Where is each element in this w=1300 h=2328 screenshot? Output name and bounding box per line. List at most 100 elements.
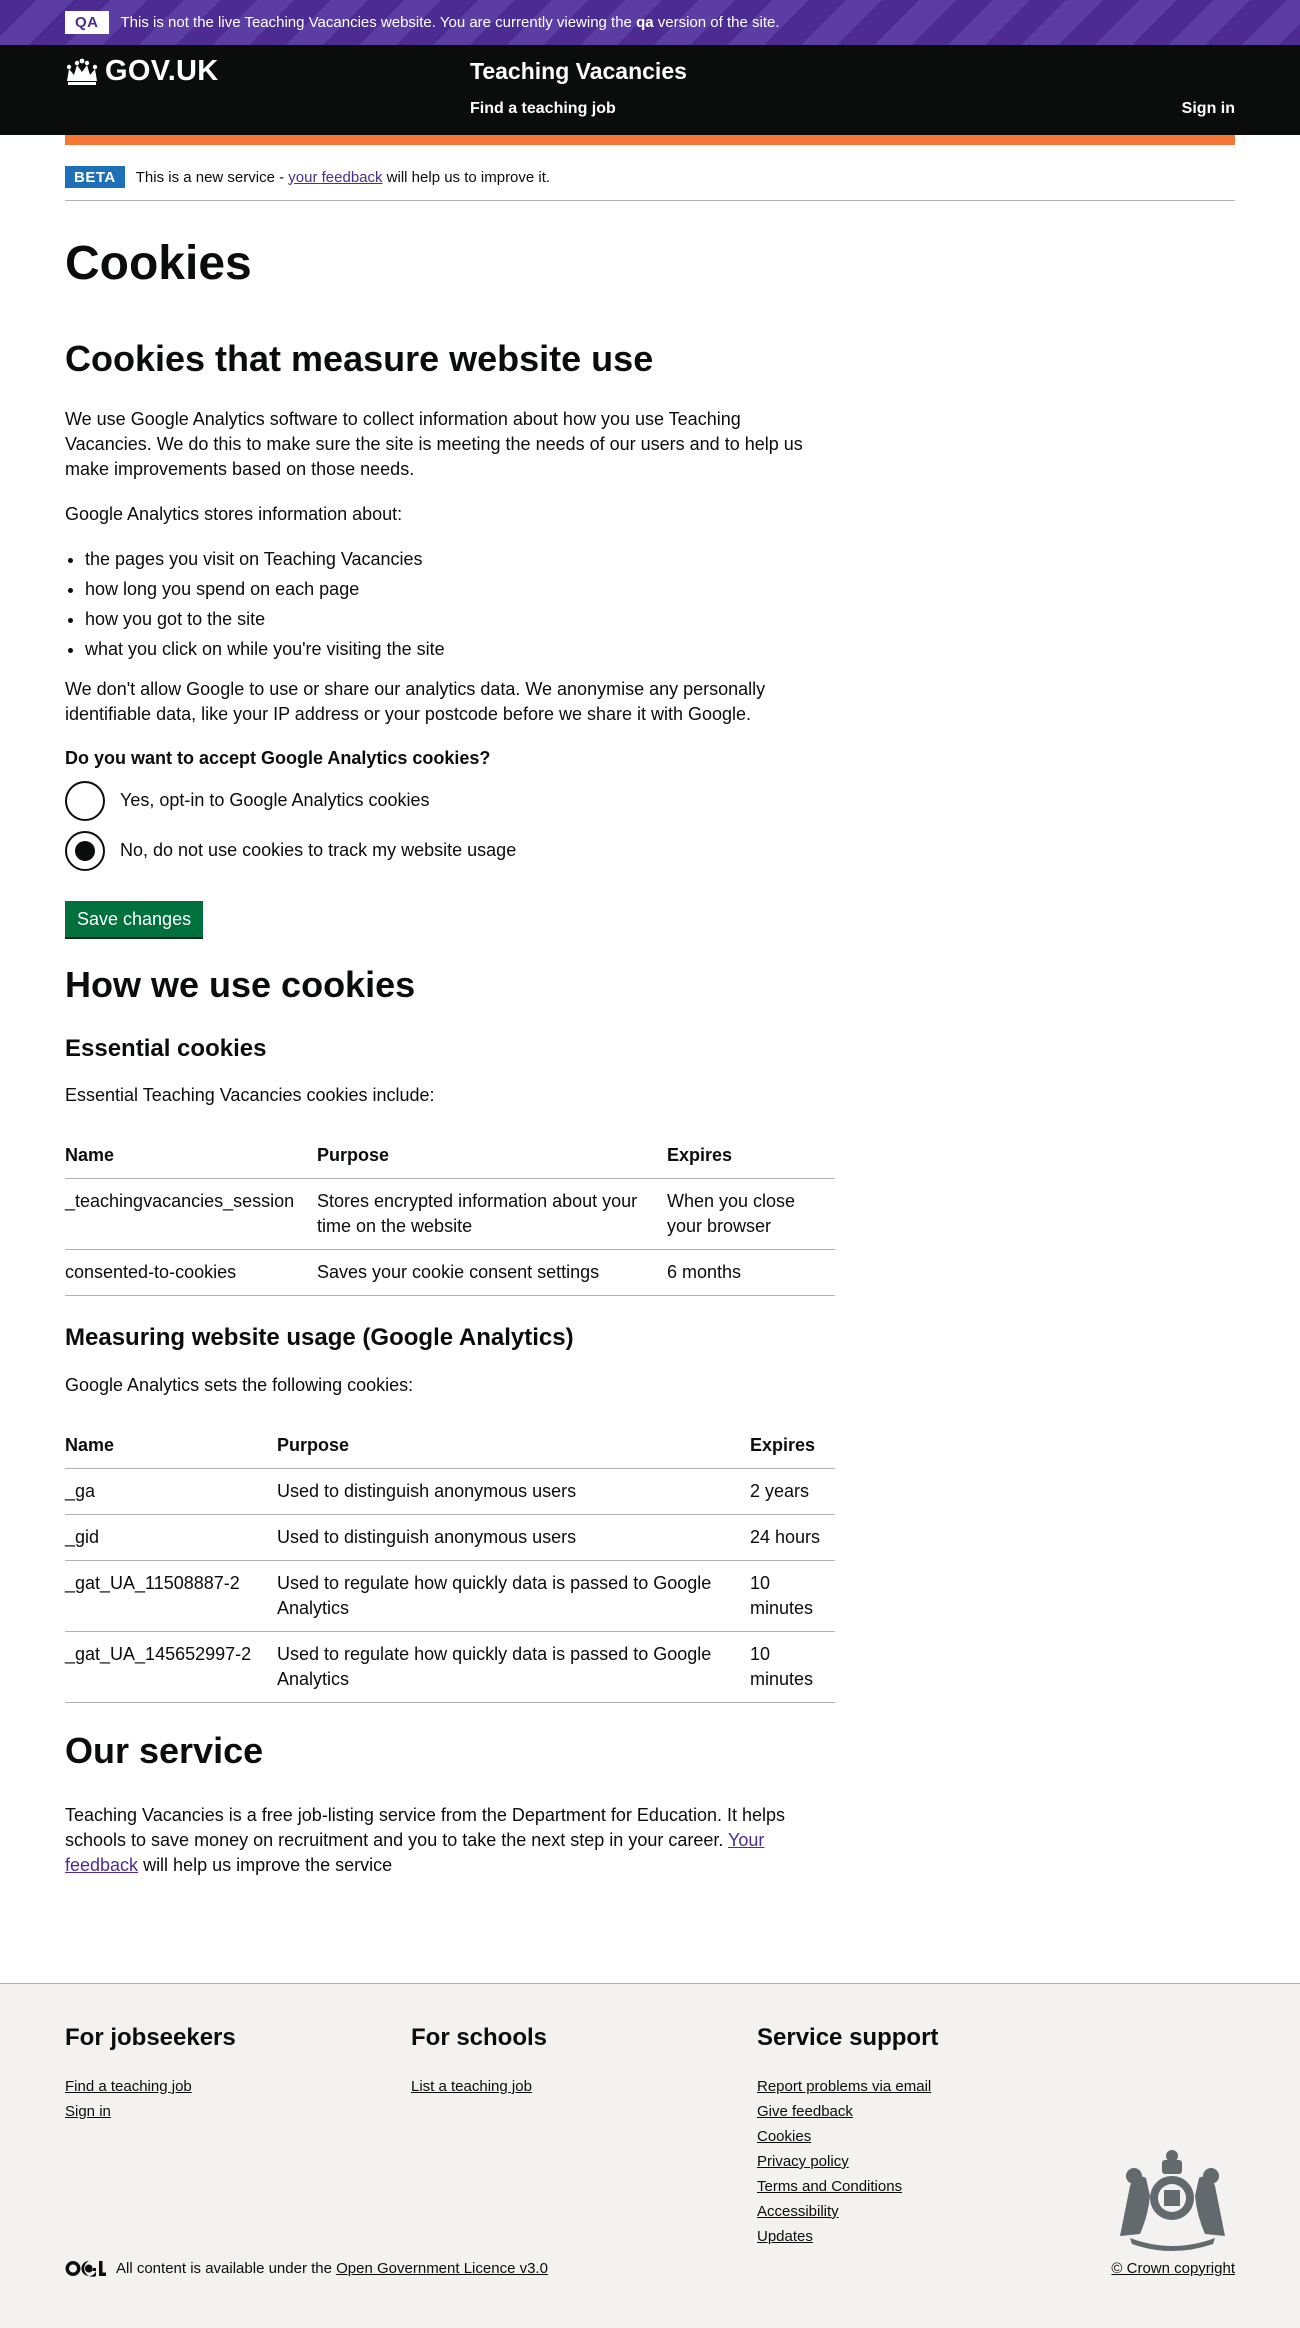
ga-heading: Measuring website usage (Google Analytic… (65, 1324, 574, 1352)
footer-link-give-feedback[interactable]: Give feedback (757, 2103, 853, 2120)
radio-option-yes[interactable]: Yes, opt-in to Google Analytics cookies (65, 780, 835, 821)
main-content: Cookies Cookies that measure website use… (0, 237, 900, 1878)
table-row: _gat_UA_145652997-2 Used to regulate how… (65, 1631, 835, 1704)
royal-crest-icon (1120, 2149, 1225, 2251)
cookie-purpose: Used to distinguish anonymous users (277, 1468, 750, 1516)
list-item: how you got to the site (85, 607, 835, 632)
table-row: _gat_UA_11508887-2 Used to regulate how … (65, 1560, 835, 1633)
licence-text: All content is available under the Open … (116, 2259, 548, 2277)
cookie-expires: 2 years (750, 1468, 835, 1516)
footer-link-list-job[interactable]: List a teaching job (411, 2078, 532, 2095)
column-header: Name (65, 1423, 277, 1470)
footer-heading: For jobseekers (65, 2023, 236, 2051)
radio-label: Yes, opt-in to Google Analytics cookies (120, 790, 430, 811)
footer-meta: All content is available under the Open … (65, 2260, 1235, 2277)
cookie-expires: 6 months (667, 1249, 835, 1297)
footer-link-terms[interactable]: Terms and Conditions (757, 2178, 902, 2195)
cookie-expires: 10 minutes (750, 1631, 835, 1704)
phase-text: This is a new service - your feedback wi… (135, 168, 551, 186)
nav-find-teaching-job[interactable]: Find a teaching job (470, 100, 616, 118)
cookie-purpose: Used to regulate how quickly data is pas… (277, 1631, 750, 1704)
beta-tag: BETA (65, 166, 125, 188)
cookie-purpose: Saves your cookie consent settings (317, 1249, 667, 1297)
table-row: _teachingvacancies_session Stores encryp… (65, 1178, 835, 1251)
table-header-row: Name Purpose Expires (65, 1133, 835, 1180)
footer-link-report-problems[interactable]: Report problems via email (757, 2078, 931, 2095)
service-name-link[interactable]: Teaching Vacancies (470, 58, 687, 85)
cookie-name: _gid (65, 1514, 277, 1562)
cookie-name: _teachingvacancies_session (65, 1178, 317, 1251)
service-heading: Our service (65, 1730, 264, 1772)
cookie-expires: 24 hours (750, 1514, 835, 1562)
footer-link-cookies[interactable]: Cookies (757, 2128, 811, 2145)
column-header: Expires (750, 1423, 835, 1470)
stores-list: the pages you visit on Teaching Vacancie… (65, 547, 835, 662)
footer-heading: For schools (411, 2023, 548, 2051)
ga-intro: Google Analytics sets the following cook… (65, 1375, 414, 1396)
licence-info: All content is available under the Open … (65, 2260, 548, 2277)
environment-text: This is not the live Teaching Vacancies … (120, 14, 780, 31)
list-item: what you click on while you're visiting … (85, 637, 835, 662)
essential-intro: Essential Teaching Vacancies cookies inc… (65, 1085, 435, 1106)
stores-intro: Google Analytics stores information abou… (65, 503, 403, 524)
how-heading: How we use cookies (65, 963, 416, 1005)
cookie-name: _gat_UA_145652997-2 (65, 1631, 277, 1704)
footer-support: Service support Report problems via emai… (757, 2024, 1103, 2252)
cookie-name: _gat_UA_11508887-2 (65, 1560, 277, 1633)
radio-yes[interactable] (65, 780, 105, 821)
crown-icon (66, 58, 98, 85)
radio-selected-dot (75, 840, 95, 861)
cookie-purpose: Stores encrypted information about your … (317, 1178, 667, 1251)
column-header: Expires (667, 1133, 835, 1180)
radio-option-no[interactable]: No, do not use cookies to track my websi… (65, 830, 835, 871)
environment-tag: QA (65, 11, 109, 34)
footer-link-find-job[interactable]: Find a teaching job (65, 2078, 192, 2095)
list-item: the pages you visit on Teaching Vacancie… (85, 547, 835, 572)
column-header: Purpose (277, 1423, 750, 1470)
cookie-name: consented-to-cookies (65, 1249, 317, 1297)
essential-heading: Essential cookies (65, 1034, 267, 1062)
footer-link-sign-in[interactable]: Sign in (65, 2103, 111, 2120)
footer-jobseekers: For jobseekers Find a teaching job Sign … (65, 2024, 411, 2252)
feedback-link[interactable]: your feedback (288, 169, 382, 186)
site-footer: For jobseekers Find a teaching job Sign … (0, 1982, 1300, 2328)
nav-sign-in[interactable]: Sign in (1182, 100, 1235, 118)
govuk-logo-link[interactable]: GOV.UK (65, 55, 219, 88)
footer-schools: For schools List a teaching job (411, 2024, 757, 2252)
column-header: Name (65, 1133, 317, 1180)
site-header: GOV.UK Teaching Vacancies Find a teachin… (0, 45, 1300, 145)
footer-link-privacy[interactable]: Privacy policy (757, 2153, 849, 2170)
footer-link-accessibility[interactable]: Accessibility (757, 2203, 839, 2220)
footer-columns: For jobseekers Find a teaching job Sign … (65, 2024, 1235, 2252)
cookie-expires: When you close your browser (667, 1178, 835, 1251)
environment-banner: QA This is not the live Teaching Vacanci… (0, 0, 1300, 45)
service-text: Teaching Vacancies is a free job-listing… (65, 1804, 786, 1875)
column-header: Purpose (317, 1133, 667, 1180)
page-title: Cookies (65, 237, 252, 290)
table-row: _gid Used to distinguish anonymous users… (65, 1514, 835, 1562)
footer-heading: Service support (757, 2023, 939, 2051)
cookie-purpose: Used to distinguish anonymous users (277, 1514, 750, 1562)
cookie-purpose: Used to regulate how quickly data is pas… (277, 1560, 750, 1633)
logo-text: GOV.UK (105, 55, 219, 87)
list-item: how long you spend on each page (85, 577, 835, 602)
cookie-expires: 10 minutes (750, 1560, 835, 1633)
measure-intro: We use Google Analytics software to coll… (65, 408, 803, 479)
crown-copyright-link[interactable]: © Crown copyright (1111, 2260, 1235, 2277)
ogl-link[interactable]: Open Government Licence v3.0 (336, 2260, 548, 2277)
header-accent-bar (65, 135, 1235, 145)
ga-cookies-table: Name Purpose Expires _ga Used to disting… (65, 1423, 835, 1704)
table-row: consented-to-cookies Saves your cookie c… (65, 1249, 835, 1297)
essential-cookies-table: Name Purpose Expires _teachingvacancies_… (65, 1133, 835, 1297)
table-header-row: Name Purpose Expires (65, 1423, 835, 1470)
ogl-logo-icon (65, 2260, 106, 2277)
table-row: _ga Used to distinguish anonymous users … (65, 1468, 835, 1516)
radio-no[interactable] (65, 830, 105, 871)
save-changes-button[interactable]: Save changes (65, 900, 204, 937)
footer-link-updates[interactable]: Updates (757, 2228, 813, 2245)
analytics-question: Do you want to accept Google Analytics c… (65, 747, 491, 768)
measure-heading: Cookies that measure website use (65, 338, 654, 380)
phase-banner: BETA This is a new service - your feedba… (65, 155, 1235, 201)
cookie-name: _ga (65, 1468, 277, 1516)
radio-label: No, do not use cookies to track my websi… (120, 840, 517, 861)
